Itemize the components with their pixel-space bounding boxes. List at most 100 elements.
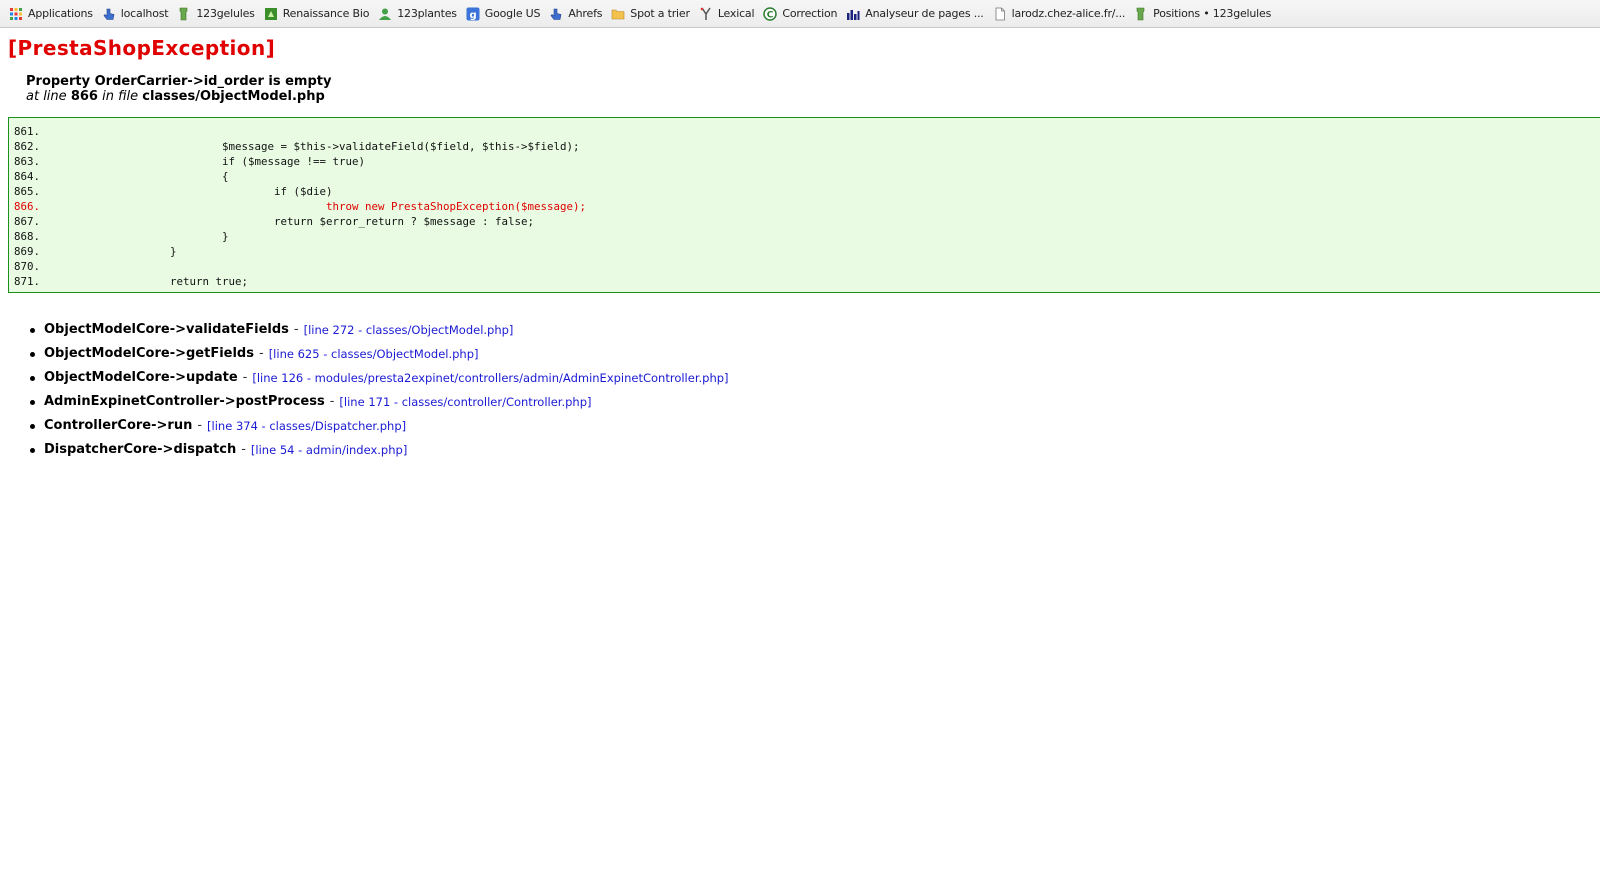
trace-function: AdminExpinetController->postProcess — [44, 394, 325, 409]
trace-separator: - — [242, 370, 248, 385]
bookmark-applications[interactable]: Applications — [6, 3, 99, 25]
line-number: 868. — [14, 230, 41, 243]
code-line: 863. if ($message !== true) — [14, 154, 1600, 169]
code-text: $message = $this->validateField($field, … — [70, 140, 580, 153]
folder-icon — [611, 7, 625, 21]
trace-function: ObjectModelCore->update — [44, 370, 238, 385]
code-line: 862. $message = $this->validateField($fi… — [14, 139, 1600, 154]
trace-source-link[interactable]: [line 625 - classes/ObjectModel.php] — [269, 345, 479, 363]
code-line: 871. return true; — [14, 274, 1600, 289]
code-line: 865. if ($die) — [14, 184, 1600, 199]
trace-separator: - — [293, 322, 299, 337]
green-tag-icon — [1134, 7, 1148, 21]
trace-function: ObjectModelCore->getFields — [44, 346, 254, 361]
at-line-label: at line — [26, 89, 67, 104]
line-number: 865. — [14, 185, 41, 198]
trace-item: ObjectModelCore->getFields - [line 625 - c… — [30, 342, 729, 366]
file-path: classes/ObjectModel.php — [142, 89, 325, 104]
bookmark-larodz-chez-alice-fr[interactable]: larodz.chez-alice.fr/... — [990, 3, 1132, 25]
line-number: 870. — [14, 260, 41, 273]
fork-icon — [699, 7, 713, 21]
bookmark-123gelules[interactable]: 123gelules — [174, 3, 260, 25]
bookmark-renaissance-bio[interactable]: Renaissance Bio — [261, 3, 376, 25]
bookmark-label: Correction — [782, 7, 838, 20]
pointer-hand-icon — [549, 7, 563, 21]
line-number: 862. — [14, 140, 41, 153]
bookmark-123plantes[interactable]: 123plantes — [375, 3, 463, 25]
trace-separator: - — [258, 346, 264, 361]
code-line: 864. { — [14, 169, 1600, 184]
bookmark-label: Lexical — [717, 7, 755, 20]
exception-title: [PrestaShopException] — [8, 36, 276, 60]
exception-message: Property OrderCarrier->id_order is empty — [26, 74, 332, 89]
trace-source-link[interactable]: [line 171 - classes/controller/Controlle… — [339, 393, 591, 411]
code-text: throw new PrestaShopException($message); — [70, 200, 587, 213]
trace-source-link[interactable]: [line 126 - modules/presta2expinet/contr… — [252, 369, 728, 387]
code-text: if ($message !== true) — [70, 155, 366, 168]
line-number: 866 — [70, 89, 98, 104]
green-square-icon — [264, 7, 278, 21]
code-line: 868. } — [14, 229, 1600, 244]
trace-item: ObjectModelCore->update - [line 126 - modu… — [30, 366, 729, 390]
bookmark-analyseur-de-pages[interactable]: Analyseur de pages ... — [843, 3, 989, 25]
code-line: 870. — [14, 259, 1600, 274]
bookmark-google-us[interactable]: g Google US — [463, 3, 547, 25]
code-text: return $error_return ? $message : false; — [70, 215, 535, 228]
trace-function: ObjectModelCore->validateFields — [44, 322, 289, 337]
stack-trace: ObjectModelCore->validateFields - [line 27… — [30, 318, 729, 462]
line-number: 866. — [14, 200, 41, 213]
bookmark-lexical[interactable]: Lexical — [696, 3, 761, 25]
user-green-icon — [378, 7, 392, 21]
bookmark-positions-123gelules[interactable]: Positions • 123gelules — [1131, 3, 1277, 25]
bullet — [30, 327, 35, 333]
exception-location: at line 866 in file classes/ObjectModel.… — [26, 89, 331, 104]
trace-function: ControllerCore->run — [44, 418, 193, 433]
bookmark-correction[interactable]: C Correction — [760, 3, 843, 25]
trace-source-link[interactable]: [line 54 - admin/index.php] — [251, 441, 407, 459]
pointer-hand-icon — [102, 7, 116, 21]
bookmark-label: Ahrefs — [568, 7, 603, 20]
bookmark-label: 123plantes — [397, 7, 457, 20]
code-line: 869. } — [14, 244, 1600, 259]
bookmark-label: Analyseur de pages ... — [865, 7, 984, 20]
bullet — [30, 447, 35, 453]
line-number: 863. — [14, 155, 41, 168]
bullet — [30, 423, 35, 429]
bookmarks-bar: Applications localhost 123gelules Renaissan… — [0, 0, 1600, 28]
line-number: 871. — [14, 275, 41, 288]
svg-text:C: C — [767, 10, 774, 20]
bullet — [30, 399, 35, 405]
line-number: 869. — [14, 245, 41, 258]
code-text: if ($die) — [70, 185, 333, 198]
bookmark-label: Spot a trier — [630, 7, 690, 20]
bookmark-label: Renaissance Bio — [282, 7, 370, 20]
green-tag-icon — [177, 7, 191, 21]
code-text: } — [70, 230, 229, 243]
bullet — [30, 375, 35, 381]
bookmark-ahrefs[interactable]: Ahrefs — [546, 3, 608, 25]
trace-item: ControllerCore->run - [line 374 - classes/… — [30, 414, 729, 438]
google-icon: g — [466, 7, 480, 21]
line-number: 864. — [14, 170, 41, 183]
trace-function: DispatcherCore->dispatch — [44, 442, 237, 457]
code-line: 861. — [14, 124, 1600, 139]
svg-text:g: g — [469, 10, 476, 21]
bookmark-localhost[interactable]: localhost — [99, 3, 175, 25]
apps-grid-icon — [9, 7, 23, 21]
bookmark-label: larodz.chez-alice.fr/... — [1011, 7, 1126, 20]
trace-separator: - — [241, 442, 246, 457]
exception-message-block: Property OrderCarrier->id_order is empty… — [26, 74, 331, 104]
code-text: { — [70, 170, 229, 183]
bookmark-label: Applications — [28, 7, 93, 20]
bullet — [30, 351, 35, 357]
bookmark-label: localhost — [120, 7, 169, 20]
bookmark-spot-a-trier[interactable]: Spot a trier — [608, 3, 696, 25]
trace-item: ObjectModelCore->validateFields - [line 27… — [30, 318, 729, 342]
trace-source-link[interactable]: [line 272 - classes/ObjectModel.php] — [304, 321, 514, 339]
trace-separator: - — [329, 394, 335, 409]
bookmark-label: Google US — [484, 7, 541, 20]
trace-item: AdminExpinetController->postProcess - [lin… — [30, 390, 729, 414]
trace-source-link[interactable]: [line 374 - classes/Dispatcher.php] — [207, 417, 406, 435]
bookmark-label: Positions • 123gelules — [1153, 7, 1272, 20]
line-number: 867. — [14, 215, 41, 228]
